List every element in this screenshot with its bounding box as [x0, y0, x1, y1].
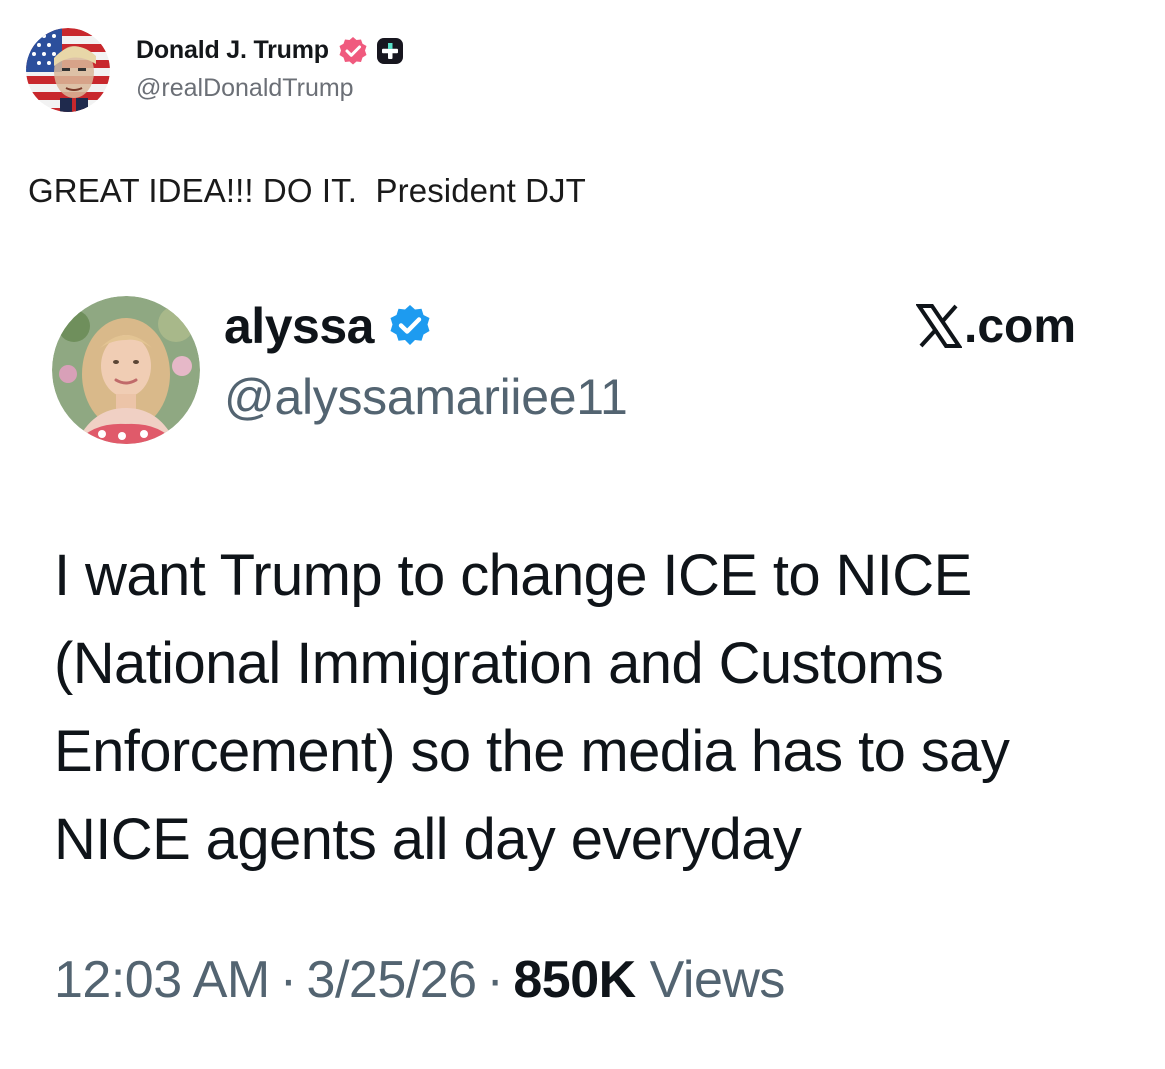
- tweet-author-avatar: [52, 296, 200, 444]
- tweet-views-count: 850K: [513, 951, 636, 1009]
- post-header: Donald J. Trump @realDonaldTrump: [26, 28, 405, 112]
- author-name-row: Donald J. Trump: [136, 32, 405, 70]
- x-com-brand: .com: [915, 298, 1077, 354]
- meta-separator: ·: [279, 951, 297, 1009]
- x-logo-icon: [915, 303, 963, 349]
- tweet-body-line: I want Trump to change ICE to NICE: [54, 543, 972, 608]
- author-display-name[interactable]: Donald J. Trump: [136, 36, 329, 65]
- tweet-views-label: Views: [649, 951, 786, 1009]
- tweet-date: 3/25/26: [306, 951, 478, 1009]
- tweet-body: I want Trump to change ICE to NICE (Nati…: [54, 532, 1144, 884]
- x-domain-text: .com: [964, 299, 1077, 353]
- author-handle[interactable]: @realDonaldTrump: [136, 74, 405, 103]
- tweet-author-name-row: alyssa: [224, 298, 434, 354]
- author-avatar[interactable]: [26, 28, 110, 112]
- truth-plus-badge-icon: [375, 36, 405, 66]
- tweet-time: 12:03 AM: [54, 951, 270, 1009]
- meta-separator: ·: [486, 951, 504, 1009]
- tweet-body-line: (National Immigration and Customs: [54, 631, 944, 696]
- embedded-tweet-image[interactable]: alyssa @alyssamariiee11 .com I want Trum…: [0, 260, 1165, 1069]
- verified-badge-icon: [337, 35, 369, 67]
- post-text: GREAT IDEA!!! DO IT. President DJT: [28, 172, 586, 209]
- tweet-body-line: NICE agents all day everyday: [54, 807, 802, 872]
- tweet-author-display-name: alyssa: [224, 298, 374, 354]
- tweet-author-handle: @alyssamariiee11: [224, 369, 628, 425]
- author-name-block: Donald J. Trump @realDonaldTrump: [136, 32, 405, 103]
- tweet-body-line: Enforcement) so the media has to say: [54, 719, 1010, 784]
- verified-badge-icon: [386, 302, 434, 350]
- tweet-meta: 12:03 AM · 3/25/26 · 850K Views: [54, 950, 785, 1010]
